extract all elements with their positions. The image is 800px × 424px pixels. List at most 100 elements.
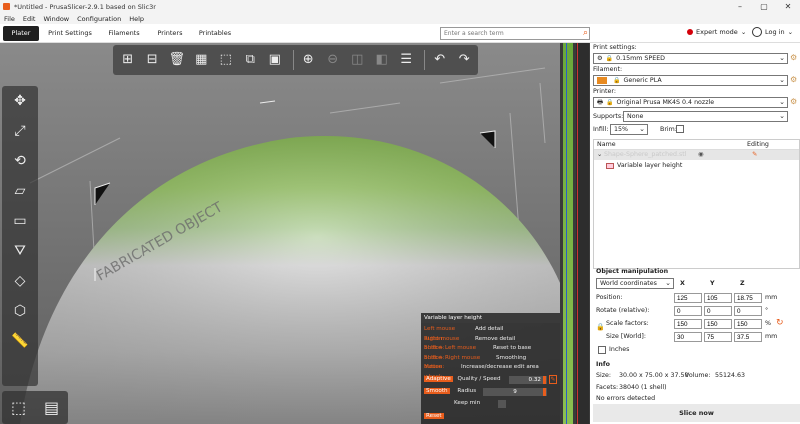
reset-button[interactable]: Reset <box>424 413 444 419</box>
position-unit: mm <box>765 294 778 301</box>
vlh-key: Left mouse button: <box>424 326 456 342</box>
tab-printers[interactable]: Printers <box>152 26 188 41</box>
menu-window[interactable]: Window <box>43 15 69 23</box>
3d-viewport[interactable]: FABRICATED OBJECT ⊞ ⊟ 🗑 ▦ ⬚ ⧉ ▣ ⊕ ⊖ ◫ ◧ … <box>0 43 560 424</box>
slider-knob[interactable] <box>543 376 546 384</box>
vlh-title: Variable layer height <box>421 313 560 323</box>
gear-icon[interactable]: ⚙ <box>790 97 797 106</box>
delete-all-icon[interactable]: 🗑 <box>166 49 188 71</box>
filament-select[interactable]: 🔒 Generic PLA ⌄ <box>593 75 788 86</box>
maximize-button[interactable]: ▢ <box>752 0 776 13</box>
slider-knob[interactable] <box>543 388 546 396</box>
layers-icon[interactable]: ☰ <box>395 49 417 71</box>
edit-icon[interactable]: ✎ <box>549 375 557 384</box>
place-on-face-icon[interactable]: ▱ <box>2 176 38 206</box>
sidebar: Print settings: ⚙ 🔒 0.15mm SPEED ⌄ ⚙ Fil… <box>590 43 800 424</box>
add-icon[interactable]: ⊞ <box>117 49 139 71</box>
emboss-icon[interactable]: ⬡ <box>2 296 38 326</box>
toolbar-separator <box>423 50 425 70</box>
coordinates-select[interactable]: World coordinates ⌄ <box>596 278 674 289</box>
3d-view-icon[interactable]: ⬚ <box>2 391 35 424</box>
cut-icon[interactable]: ▭ <box>2 206 38 236</box>
arrange-icon[interactable]: ▦ <box>191 49 213 71</box>
size-x-field[interactable] <box>674 332 702 342</box>
smooth-button[interactable]: Smooth <box>424 388 450 394</box>
tab-printables[interactable]: Printables <box>195 26 235 41</box>
edit-settings-icon[interactable]: ✎ <box>752 150 757 160</box>
menu-configuration[interactable]: Configuration <box>77 15 121 23</box>
tab-filaments[interactable]: Filaments <box>104 26 144 41</box>
scale-z-field[interactable] <box>734 319 762 329</box>
rotate-y-field[interactable] <box>704 306 732 316</box>
layer-slider[interactable] <box>560 43 590 424</box>
position-z-field[interactable] <box>734 293 762 303</box>
menu-help[interactable]: Help <box>129 15 144 23</box>
mode-selector[interactable]: Expert mode ⌄ <box>687 28 746 36</box>
chevron-down-icon: ⌄ <box>639 125 645 133</box>
chevron-down-icon: ⌄ <box>740 28 747 36</box>
infill-select[interactable]: 15% ⌄ <box>610 124 648 135</box>
size-y-field[interactable] <box>704 332 732 342</box>
keep-min-checkbox[interactable] <box>498 400 506 408</box>
scale-x-field[interactable] <box>674 319 702 329</box>
column-name: Name <box>597 141 616 148</box>
chevron-down-icon: ⌄ <box>779 112 785 120</box>
size-z-field[interactable] <box>734 332 762 342</box>
printer-select[interactable]: 🖶 🔒 Original Prusa MK4S 0.4 nozzle ⌄ <box>593 97 788 108</box>
split-icon[interactable]: ⬚ <box>215 49 237 71</box>
rotate-z-field[interactable] <box>734 306 762 316</box>
measure-icon[interactable]: 📏 <box>2 326 38 356</box>
slice-now-button[interactable]: Slice now <box>593 404 800 422</box>
search-input[interactable] <box>441 28 571 39</box>
seam-icon[interactable]: ◇ <box>2 266 38 296</box>
gear-icon[interactable]: ⚙ <box>790 75 797 84</box>
gear-icon[interactable]: ⚙ <box>790 53 797 62</box>
lock-icon[interactable]: 🔒 <box>596 323 605 331</box>
menu-edit[interactable]: Edit <box>23 15 36 23</box>
undo-icon[interactable]: ↶ <box>429 49 451 71</box>
visibility-eye-icon[interactable]: ◉ <box>698 150 704 160</box>
rotate-x-field[interactable] <box>674 306 702 316</box>
tab-plater[interactable]: Plater <box>3 26 39 41</box>
delete-icon[interactable]: ⊟ <box>142 49 164 71</box>
inches-checkbox[interactable] <box>598 346 606 354</box>
reset-scale-icon[interactable]: ↻ <box>776 318 784 328</box>
remove-instance-icon[interactable]: ⊖ <box>322 49 344 71</box>
left-toolbar: ✥ ⤢ ⟲ ▱ ▭ ⛛ ◇ ⬡ 📏 <box>2 86 38 386</box>
scale-y-field[interactable] <box>704 319 732 329</box>
position-x-field[interactable] <box>674 293 702 303</box>
paste-icon[interactable]: ▣ <box>264 49 286 71</box>
scale-icon[interactable]: ⤢ <box>2 116 38 146</box>
position-y-field[interactable] <box>704 293 732 303</box>
variable-layer-height-panel: Variable layer height Left mouse button:… <box>421 313 560 424</box>
adaptive-button[interactable]: Adaptive <box>424 376 453 382</box>
tab-print-settings[interactable]: Print Settings <box>45 26 95 41</box>
brim-checkbox[interactable] <box>676 125 684 133</box>
radius-slider[interactable]: 9 <box>483 388 547 396</box>
menu-file[interactable]: File <box>4 15 15 23</box>
info-title: Info <box>596 361 610 368</box>
filament-color-swatch[interactable] <box>597 77 607 84</box>
login-button[interactable]: Log in ⌄ <box>752 27 793 37</box>
sub-item-label: Variable layer height <box>617 162 683 169</box>
rotate-icon[interactable]: ⟲ <box>2 146 38 176</box>
copy-icon[interactable]: ⧉ <box>240 49 262 71</box>
split-parts-icon[interactable]: ◧ <box>371 49 393 71</box>
object-row[interactable]: ⌄ Shape-Sphere_patched.stl ◉ ✎ <box>594 150 799 160</box>
layer-profile-line <box>566 43 567 424</box>
redo-icon[interactable]: ↷ <box>453 49 475 71</box>
search-icon[interactable]: ⌕ <box>583 28 588 39</box>
preview-icon[interactable]: ▤ <box>35 391 68 424</box>
supports-select[interactable]: None ⌄ <box>623 111 788 122</box>
collapse-icon[interactable]: ⌄ <box>597 150 602 160</box>
split-objects-icon[interactable]: ◫ <box>346 49 368 71</box>
variable-layer-height-row[interactable]: Variable layer height <box>594 160 799 171</box>
minimize-button[interactable]: – <box>728 0 752 13</box>
close-button[interactable]: ✕ <box>776 0 800 13</box>
print-profile-select[interactable]: ⚙ 🔒 0.15mm SPEED ⌄ <box>593 53 788 64</box>
user-icon <box>752 27 762 37</box>
quality-slider[interactable]: 0.32 <box>509 376 547 384</box>
add-instance-icon[interactable]: ⊕ <box>297 49 319 71</box>
move-icon[interactable]: ✥ <box>2 86 38 116</box>
paint-supports-icon[interactable]: ⛛ <box>2 236 38 266</box>
